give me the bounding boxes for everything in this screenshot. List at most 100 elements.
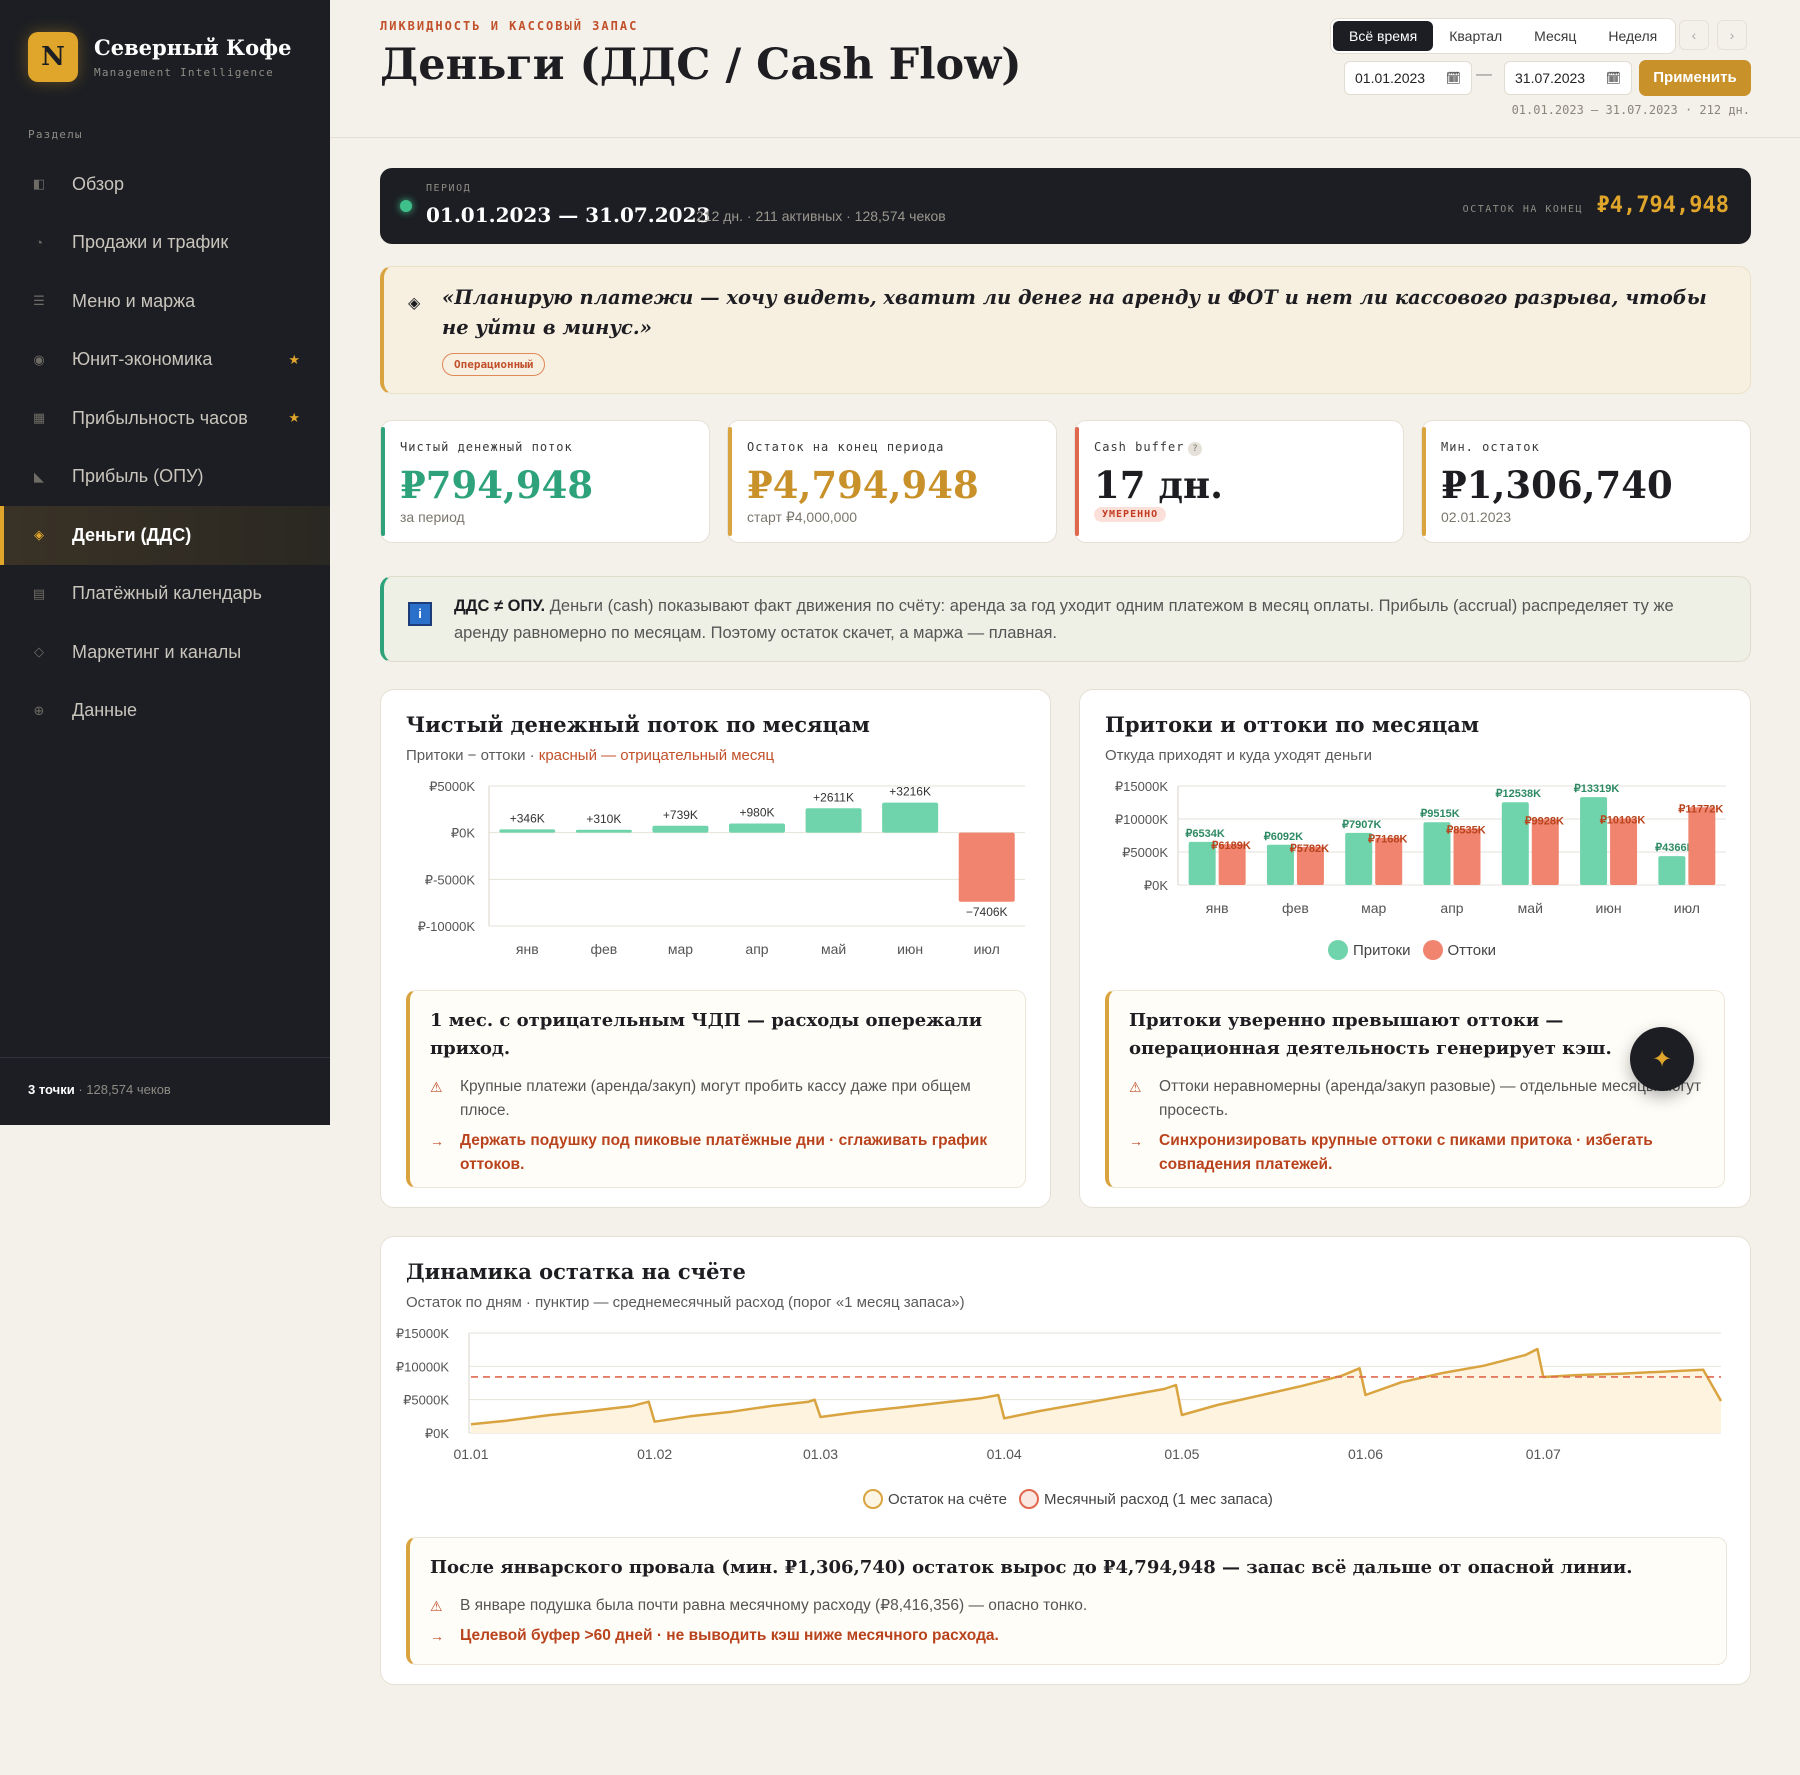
kpi-value: ₽4,794,948 — [747, 463, 979, 507]
legend-label: Остаток на счёте — [888, 1490, 1007, 1508]
sidebar-nav: ◧ Обзор ◔ Продажи и трафик ☰ Меню и маржа ◉ Юни… — [0, 155, 330, 740]
x-tick-label: 01.01 — [453, 1446, 488, 1462]
assistant-fab-button[interactable]: ✦ — [1630, 1027, 1694, 1091]
x-tick-label: фев — [1282, 900, 1309, 916]
bar-май — [805, 808, 862, 833]
sidebar-item-4[interactable]: ▦ Прибыльность часов ★ — [0, 389, 330, 448]
calendar-icon[interactable]: 🗓 — [1606, 62, 1621, 94]
sidebar-item-label: Маркетинг и каналы — [72, 641, 242, 662]
data-label: ₽7168K — [1368, 834, 1407, 846]
data-label: ₽9928K — [1525, 815, 1564, 827]
sidebar-item-2[interactable]: ☰ Меню и маржа — [0, 272, 330, 331]
date-to-value: 31.07.2023 — [1515, 70, 1586, 86]
data-label: ₽7907K — [1342, 819, 1381, 831]
sidebar-item-6[interactable]: ◈ Деньги (ДДС) — [0, 506, 330, 565]
star-icon: ★ — [288, 410, 300, 426]
balance-chart: ₽15000K ₽10000K ₽5000K ₽0K01.01 01.02 01.03 01… — [396, 1327, 1723, 1462]
sidebar-item-9[interactable]: ⊕ Данные — [0, 682, 330, 741]
y-tick-label: ₽5000K — [1122, 845, 1168, 860]
diamond-icon: ◈ — [408, 295, 421, 312]
data-label: +980K — [739, 806, 774, 820]
segment-week[interactable]: Неделя — [1592, 21, 1673, 51]
data-label: ₽10103K — [1600, 814, 1646, 826]
prev-period-button[interactable]: ‹ — [1679, 20, 1709, 50]
period-range: 01.01.2023 — 31.07.2023 — [426, 203, 711, 227]
sidebar-footer: 3 точки · 128,574 чеков — [0, 1057, 330, 1125]
help-icon[interactable]: ? — [1188, 442, 1203, 456]
kpi-net-cash-flow: Чистый денежный поток ₽794,948 за период — [380, 420, 710, 543]
balance-dynamics-card: Динамика остатка на счёте Остаток по дня… — [380, 1236, 1751, 1685]
sidebar-item-5[interactable]: ◣ Прибыль (ОПУ) — [0, 448, 330, 507]
footer-points: 3 точки — [28, 1082, 75, 1097]
x-tick-label: мар — [1361, 900, 1386, 916]
quote-text: «Планирую платежи — хочу видеть, хватит … — [442, 286, 1707, 339]
segment-quarter[interactable]: Квартал — [1433, 21, 1518, 51]
sidebar-item-7[interactable]: ▤ Платёжный календарь — [0, 565, 330, 624]
legend-swatch — [1422, 940, 1443, 960]
sidebar-item-0[interactable]: ◧ Обзор — [0, 155, 330, 214]
sidebar-item-label: Меню и маржа — [72, 290, 196, 311]
bar-outflow-июн — [1610, 818, 1638, 885]
next-period-button[interactable]: › — [1717, 20, 1747, 50]
legend-item-monthly-expense[interactable]: Месячный расход (1 мес запаса) — [1018, 1489, 1273, 1509]
apply-button[interactable]: Применить — [1639, 60, 1751, 96]
period-label: ПЕРИОД — [426, 183, 472, 194]
bar-июл — [958, 832, 1015, 902]
data-label: +2611K — [813, 790, 854, 804]
footer-checks: · 128,574 чеков — [74, 1082, 171, 1097]
insight-box: Притоки уверенно превышают оттоки — опер… — [1105, 990, 1725, 1188]
segment-month[interactable]: Месяц — [1518, 21, 1592, 51]
kpi-label: Остаток на конец периода — [747, 440, 945, 454]
insight-title: 1 мес. с отрицательным ЧДП — расходы опе… — [430, 1010, 983, 1059]
warning-icon: ⚠ — [1129, 1079, 1142, 1095]
sidebar-item-label: Обзор — [72, 173, 124, 194]
legend-item-inflow[interactable]: Притоки — [1328, 940, 1411, 960]
calendar-icon[interactable]: 🗓 — [1446, 62, 1461, 94]
data-label: ₽6189K — [1211, 840, 1250, 852]
x-tick-label: май — [1518, 900, 1543, 916]
data-label: ₽6092K — [1264, 831, 1303, 843]
legend-label: Месячный расход (1 мес запаса) — [1043, 1490, 1273, 1508]
card-title: Притоки и оттоки по месяцам — [1105, 712, 1480, 737]
nav-icon: ◉ — [33, 351, 45, 367]
date-from-input[interactable]: 01.01.2023 🗓 — [1344, 61, 1472, 95]
warning-text: Оттоки неравномерны (аренда/закуп разовы… — [1159, 1078, 1702, 1119]
kpi-sub: 02.01.2023 — [1441, 509, 1512, 525]
insight-action: → Держать подушку под пиковые платёжные д… — [430, 1129, 1007, 1177]
inflow-outflow-chart: ₽15000K ₽10000K ₽5000K ₽0K ₽6534K₽6189K янв ₽6… — [1115, 780, 1726, 916]
bar-outflow-июл — [1688, 807, 1716, 885]
bar-inflow-июн — [1580, 797, 1608, 885]
info-icon: i — [408, 602, 432, 626]
legend-item-outflow[interactable]: Оттоки — [1422, 940, 1497, 960]
y-tick-label: ₽15000K — [396, 1327, 449, 1341]
legend-label: Оттоки — [1447, 941, 1497, 959]
data-label: ₽11772K — [1678, 803, 1723, 815]
brand[interactable]: N Северный Кофе Management Intelligence — [28, 32, 291, 82]
kpi-value: 17 дн. — [1094, 463, 1223, 507]
sidebar-item-3[interactable]: ◉ Юнит-экономика ★ — [0, 331, 330, 390]
bar-июн — [882, 802, 939, 833]
legend-item-balance[interactable]: Остаток на счёте — [863, 1489, 1007, 1509]
page-title: Деньги (ДДС / Cash Flow) — [380, 40, 1022, 90]
nav-icon: ◈ — [34, 527, 44, 543]
x-tick-label: 01.07 — [1526, 1446, 1561, 1462]
status-dot — [400, 200, 412, 212]
brand-name: Северный Кофе — [94, 35, 292, 60]
y-tick-label: ₽10000K — [1115, 812, 1168, 827]
sidebar-item-8[interactable]: ◇ Маркетинг и каналы — [0, 623, 330, 682]
bar-inflow-июл — [1658, 856, 1686, 885]
sidebar-item-1[interactable]: ◔ Продажи и трафик — [0, 214, 330, 273]
data-label: ₽6534K — [1185, 828, 1224, 840]
info-text: ДДС ≠ ОПУ. Деньги (cash) показывают факт… — [454, 593, 1720, 647]
segment-all-time[interactable]: Всё время — [1333, 21, 1434, 51]
date-to-input[interactable]: 31.07.2023 🗓 — [1504, 61, 1632, 95]
kpi-label: Чистый денежный поток — [400, 440, 573, 454]
info-note: i ДДС ≠ ОПУ. Деньги (cash) показывают фа… — [380, 576, 1751, 662]
y-tick-label: ₽0K — [1144, 878, 1169, 893]
insight-warning: ⚠ Оттоки неравномерны (аренда/закуп разов… — [1129, 1075, 1706, 1123]
nav-icon: ◇ — [34, 644, 44, 660]
x-tick-label: 01.05 — [1164, 1446, 1199, 1462]
nav-icon: ◧ — [32, 176, 46, 192]
data-label: ₽13319K — [1574, 783, 1620, 795]
user-quote: ◈ «Планирую платежи — хочу видеть, хвати… — [380, 266, 1751, 394]
